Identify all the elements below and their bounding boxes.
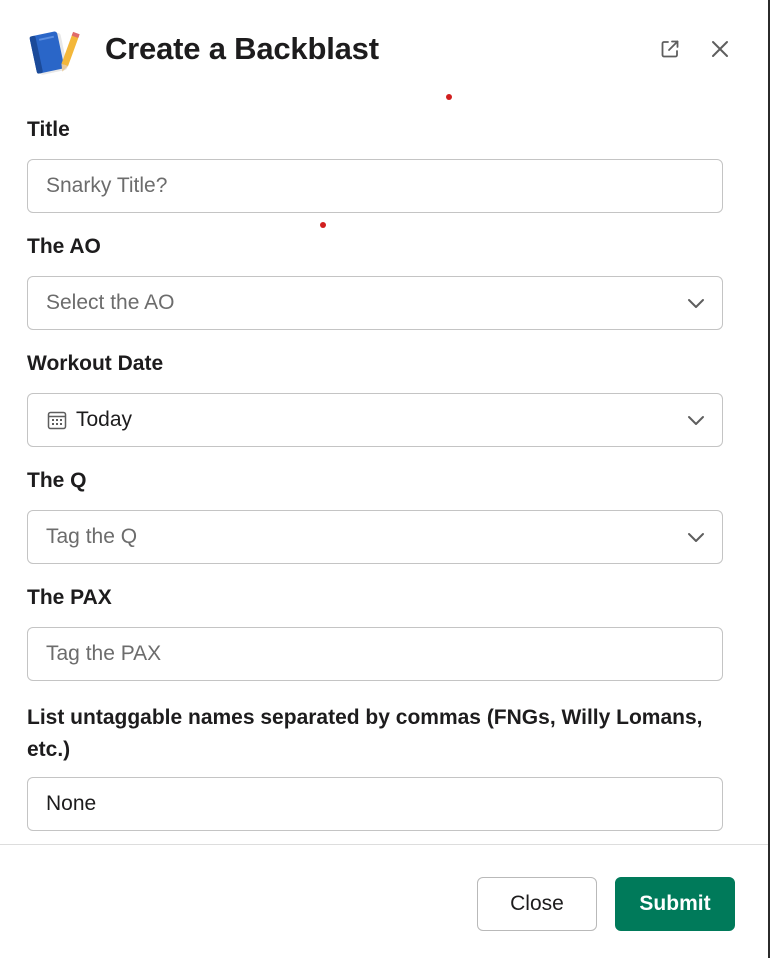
q-select[interactable]: Tag the Q	[27, 510, 723, 564]
modal-header: Create a Backblast	[0, 0, 768, 100]
title-placeholder: Snarky Title?	[46, 174, 168, 197]
modal-title: Create a Backblast	[105, 31, 379, 66]
title-input[interactable]: Snarky Title?	[27, 159, 723, 213]
ao-select[interactable]: Select the AO	[27, 276, 723, 330]
chevron-down-icon	[686, 410, 706, 430]
create-backblast-modal: Create a Backblast Title Snarky Title? T…	[0, 0, 770, 958]
untaggable-names-value: None	[46, 792, 97, 815]
modal-footer: Close Submit	[0, 844, 768, 959]
calendar-icon	[46, 409, 68, 431]
chevron-down-icon	[686, 293, 706, 313]
workout-date-label: Workout Date	[27, 352, 164, 375]
open-in-new-window-button[interactable]	[655, 36, 685, 66]
title-label: Title	[27, 118, 70, 141]
untaggable-names-label: List untaggable names separated by comma…	[27, 706, 703, 761]
q-placeholder: Tag the Q	[46, 525, 138, 548]
workout-date-value: Today	[76, 408, 133, 431]
pax-placeholder: Tag the PAX	[46, 642, 162, 665]
pax-label: The PAX	[27, 586, 112, 609]
external-link-icon	[659, 38, 681, 65]
annotation-dot	[320, 222, 326, 228]
notebook-icon	[28, 28, 80, 76]
close-modal-button[interactable]	[705, 36, 735, 66]
ao-placeholder: Select the AO	[46, 291, 175, 314]
chevron-down-icon	[686, 527, 706, 547]
submit-button[interactable]: Submit	[615, 877, 735, 931]
close-button[interactable]: Close	[477, 877, 597, 931]
pax-multiselect[interactable]: Tag the PAX	[27, 627, 723, 681]
close-icon	[710, 39, 730, 64]
workout-date-picker[interactable]: Today	[27, 393, 723, 447]
untaggable-names-input[interactable]: None	[27, 777, 723, 831]
annotation-dot	[446, 94, 452, 100]
q-label: The Q	[27, 469, 87, 492]
ao-label: The AO	[27, 235, 101, 258]
